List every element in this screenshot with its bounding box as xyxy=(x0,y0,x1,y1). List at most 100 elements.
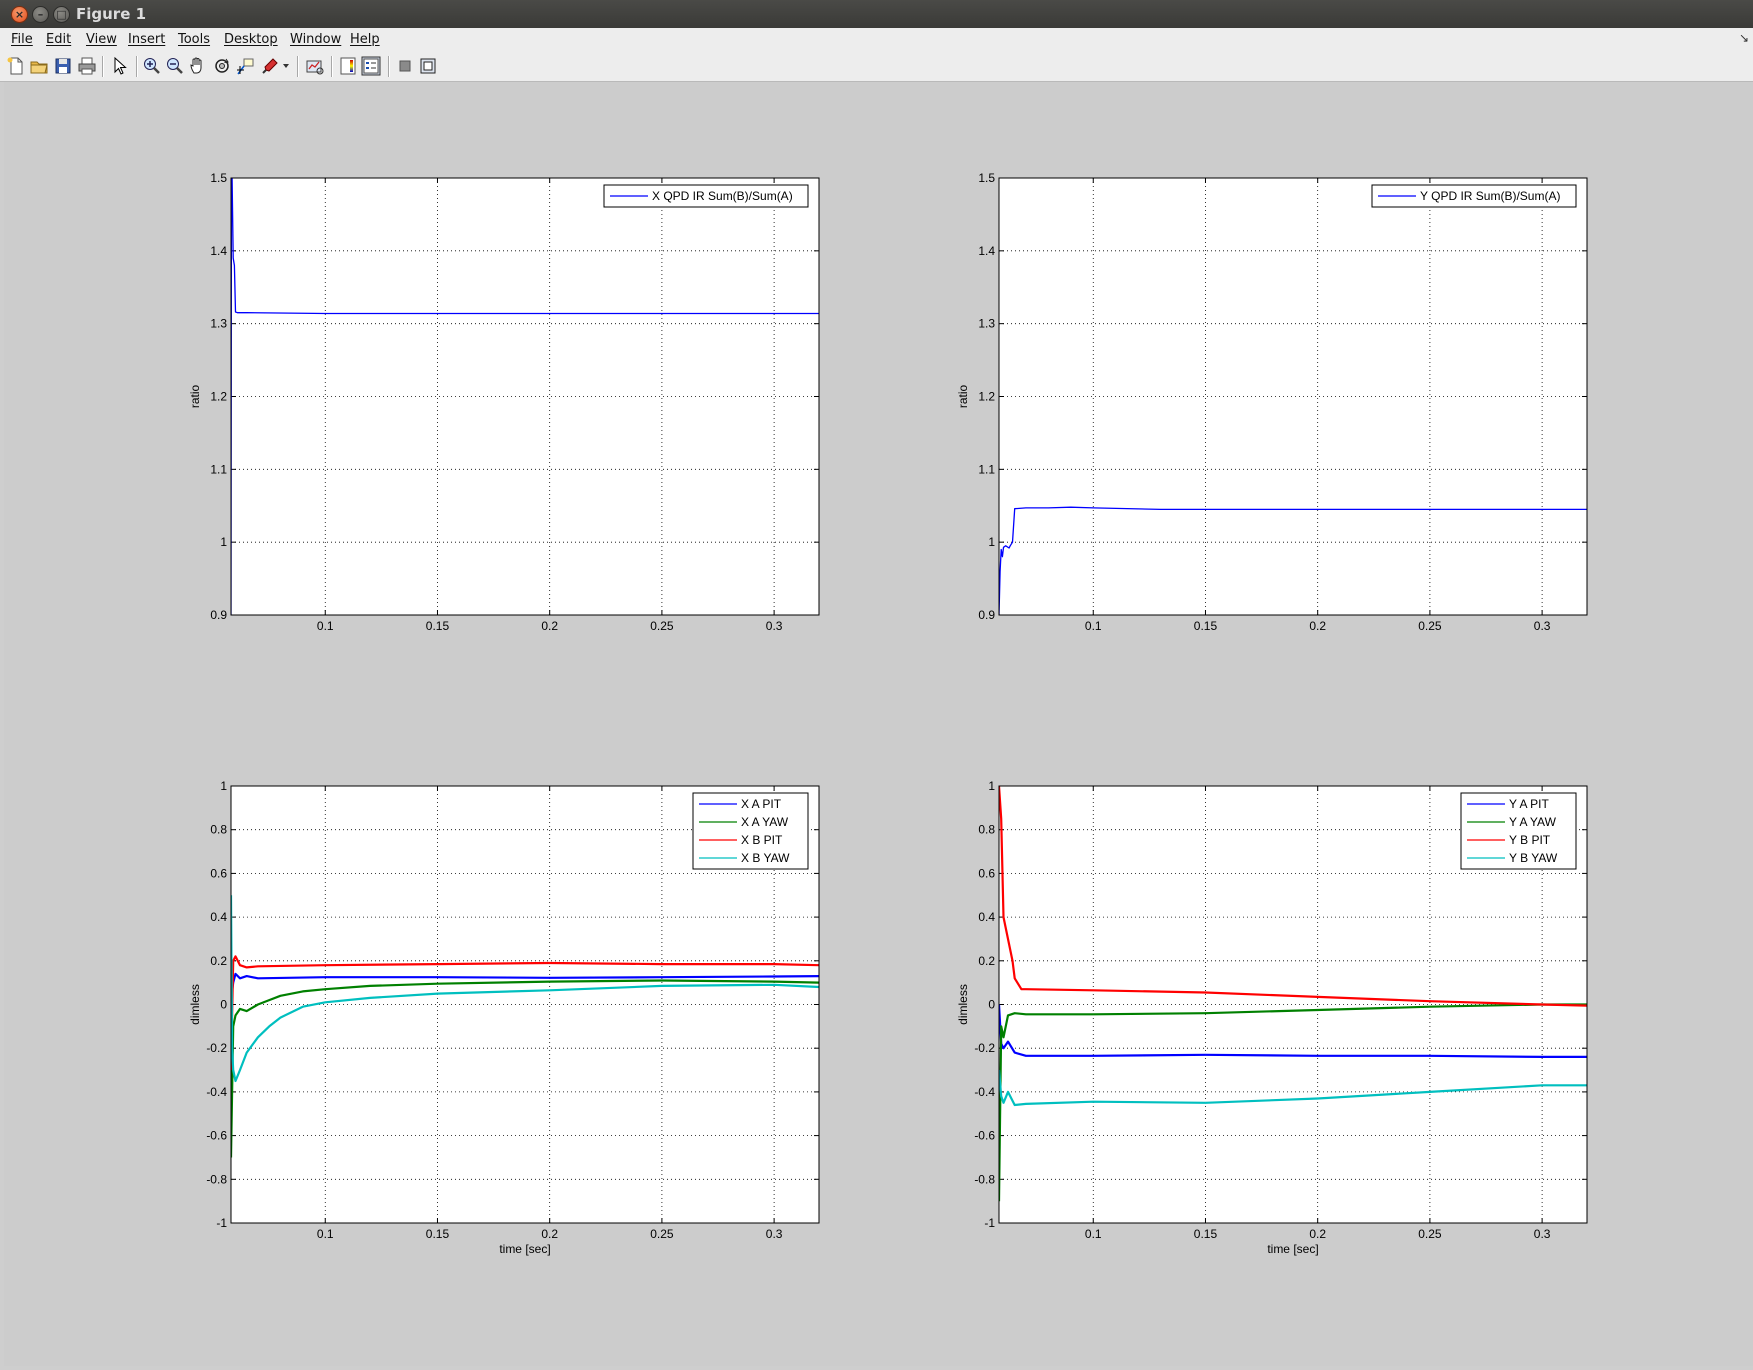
y-tick-label: 0.9 xyxy=(210,608,227,622)
x-tick-label: 0.15 xyxy=(426,619,450,633)
figure-toolbar xyxy=(0,51,1753,82)
menu-desktop[interactable]: Desktop xyxy=(224,32,278,47)
menu-window[interactable]: Window xyxy=(290,32,341,47)
brush-icon[interactable] xyxy=(260,56,280,76)
minimize-icon: – xyxy=(37,8,44,21)
menu-tools[interactable]: Tools xyxy=(178,32,210,47)
x-axis-label: time [sec] xyxy=(499,1242,550,1256)
zoom-in-icon[interactable] xyxy=(142,56,162,76)
legend[interactable]: X QPD IR Sum(B)/Sum(A) xyxy=(603,184,809,208)
undock-arrow-icon[interactable]: ↘ xyxy=(1739,31,1749,45)
legend[interactable]: Y QPD IR Sum(B)/Sum(A) xyxy=(1371,184,1577,208)
menu-edit[interactable]: Edit xyxy=(46,32,71,47)
y-axis-label: ratio xyxy=(956,385,970,409)
window-title: Figure 1 xyxy=(76,5,147,23)
y-tick-label: -0.8 xyxy=(974,1172,995,1186)
menu-file[interactable]: File xyxy=(11,32,33,47)
save-icon[interactable] xyxy=(53,56,73,76)
legend[interactable]: X A PIT X A YAW X B PIT X B YAW xyxy=(692,792,809,870)
y-axis-label: dimless xyxy=(956,984,970,1025)
y-tick-label: 1 xyxy=(988,535,995,549)
figure-canvas: 0.1 0.15 0.2 0.25 0.3 0.9 1 1.1 1.2 1.3 1.4 1.5 rati… xyxy=(4,82,1753,1366)
y-tick-label: -1 xyxy=(984,1216,995,1230)
y-tick-label: 0 xyxy=(220,998,227,1012)
pan-hand-icon[interactable] xyxy=(188,56,208,76)
y-tick-label: -0.6 xyxy=(206,1129,227,1143)
zoom-out-icon[interactable] xyxy=(165,56,185,76)
legend-entry: X A PIT xyxy=(741,797,782,811)
axes-2[interactable]: 0.1 0.15 0.2 0.25 0.3 0.9 1 1.1 1.2 1.3 1.4 1.5 rati… xyxy=(956,171,1588,633)
insert-colorbar-icon[interactable] xyxy=(338,56,358,76)
toolbar-separator xyxy=(136,56,138,77)
link-plot-icon[interactable] xyxy=(305,56,325,76)
minimize-window-button[interactable]: – xyxy=(32,6,49,23)
maximize-icon: □ xyxy=(56,8,67,21)
legend-entry: Y A YAW xyxy=(1509,815,1557,829)
x-tick-label: 0.1 xyxy=(1085,1227,1102,1241)
x-tick-label: 0.3 xyxy=(1534,1227,1551,1241)
close-icon: × xyxy=(14,8,25,21)
y-tick-label: 0.2 xyxy=(978,954,995,968)
legend[interactable]: Y A PIT Y A YAW Y B PIT Y B YAW xyxy=(1460,792,1577,870)
insert-legend-icon[interactable] xyxy=(361,56,381,76)
figure-svg: 0.1 0.15 0.2 0.25 0.3 0.9 1 1.1 1.2 1.3 1.4 1.5 rati… xyxy=(188,171,1588,1256)
y-tick-label: 1.2 xyxy=(210,390,227,404)
hide-plot-tools-icon[interactable] xyxy=(395,56,415,76)
axes-3[interactable]: 0.1 0.15 0.2 0.25 0.3 -1 -0.8 -0.6 -0.4 -0.2 0 0.2 0… xyxy=(188,779,820,1256)
x-tick-label: 0.25 xyxy=(650,1227,674,1241)
close-window-button[interactable]: × xyxy=(11,6,28,23)
legend-entry: Y B PIT xyxy=(1509,833,1551,847)
y-tick-label: 1 xyxy=(220,535,227,549)
x-tick-label: 0.1 xyxy=(1085,619,1102,633)
y-tick-label: -0.2 xyxy=(974,1041,995,1055)
y-tick-label: 0 xyxy=(988,998,995,1012)
x-tick-label: 0.15 xyxy=(1194,1227,1218,1241)
menu-help[interactable]: Help xyxy=(350,32,380,47)
x-tick-label: 0.3 xyxy=(766,619,783,633)
maximize-window-button[interactable]: □ xyxy=(53,6,70,23)
edit-plot-arrow-icon[interactable] xyxy=(110,56,130,76)
y-tick-label: 1.2 xyxy=(978,390,995,404)
print-icon[interactable] xyxy=(77,56,97,76)
y-tick-label: -1 xyxy=(216,1216,227,1230)
x-tick-label: 0.2 xyxy=(1309,619,1326,633)
y-tick-label: 1 xyxy=(988,779,995,793)
x-tick-label: 0.3 xyxy=(766,1227,783,1241)
show-plot-tools-icon[interactable] xyxy=(418,56,438,76)
y-tick-label: 0.6 xyxy=(210,866,227,880)
x-tick-label: 0.2 xyxy=(541,619,558,633)
x-axis-label: time [sec] xyxy=(1267,1242,1318,1256)
menu-view[interactable]: View xyxy=(86,32,117,47)
y-tick-label: 1.3 xyxy=(210,317,227,331)
legend-entry: X QPD IR Sum(B)/Sum(A) xyxy=(652,189,793,203)
y-tick-label: -0.4 xyxy=(974,1085,995,1099)
new-figure-icon[interactable] xyxy=(6,56,26,76)
x-tick-label: 0.3 xyxy=(1534,619,1551,633)
menu-insert[interactable]: Insert xyxy=(128,32,165,47)
menu-bar: File Edit View Insert Tools Desktop Wind… xyxy=(0,28,1753,51)
legend-entry: Y B YAW xyxy=(1509,851,1558,865)
x-tick-label: 0.15 xyxy=(1194,619,1218,633)
y-tick-label: 0.4 xyxy=(978,910,995,924)
y-tick-label: 1.3 xyxy=(978,317,995,331)
x-tick-label: 0.1 xyxy=(317,1227,334,1241)
toolbar-separator xyxy=(388,56,390,77)
rotate-3d-icon[interactable] xyxy=(212,56,232,76)
open-file-icon[interactable] xyxy=(29,56,49,76)
y-tick-label: 0.4 xyxy=(210,910,227,924)
y-tick-label: -0.6 xyxy=(974,1129,995,1143)
x-tick-label: 0.1 xyxy=(317,619,334,633)
toolbar-separator xyxy=(297,56,299,77)
x-tick-label: 0.15 xyxy=(426,1227,450,1241)
x-tick-label: 0.25 xyxy=(1418,1227,1442,1241)
data-cursor-icon[interactable] xyxy=(236,56,256,76)
y-tick-label: 0.8 xyxy=(978,823,995,837)
brush-dropdown-icon[interactable] xyxy=(283,63,289,69)
legend-entry: X B YAW xyxy=(741,851,790,865)
axes-4[interactable]: 0.1 0.15 0.2 0.25 0.3 -1 -0.8 -0.6 -0.4 -0.2 0 0.2 0… xyxy=(956,779,1588,1256)
toolbar-separator xyxy=(102,56,104,77)
y-tick-label: -0.4 xyxy=(206,1085,227,1099)
y-tick-label: 1.4 xyxy=(978,244,995,258)
legend-entry: Y QPD IR Sum(B)/Sum(A) xyxy=(1420,189,1560,203)
axes-1[interactable]: 0.1 0.15 0.2 0.25 0.3 0.9 1 1.1 1.2 1.3 1.4 1.5 rati… xyxy=(188,171,820,633)
